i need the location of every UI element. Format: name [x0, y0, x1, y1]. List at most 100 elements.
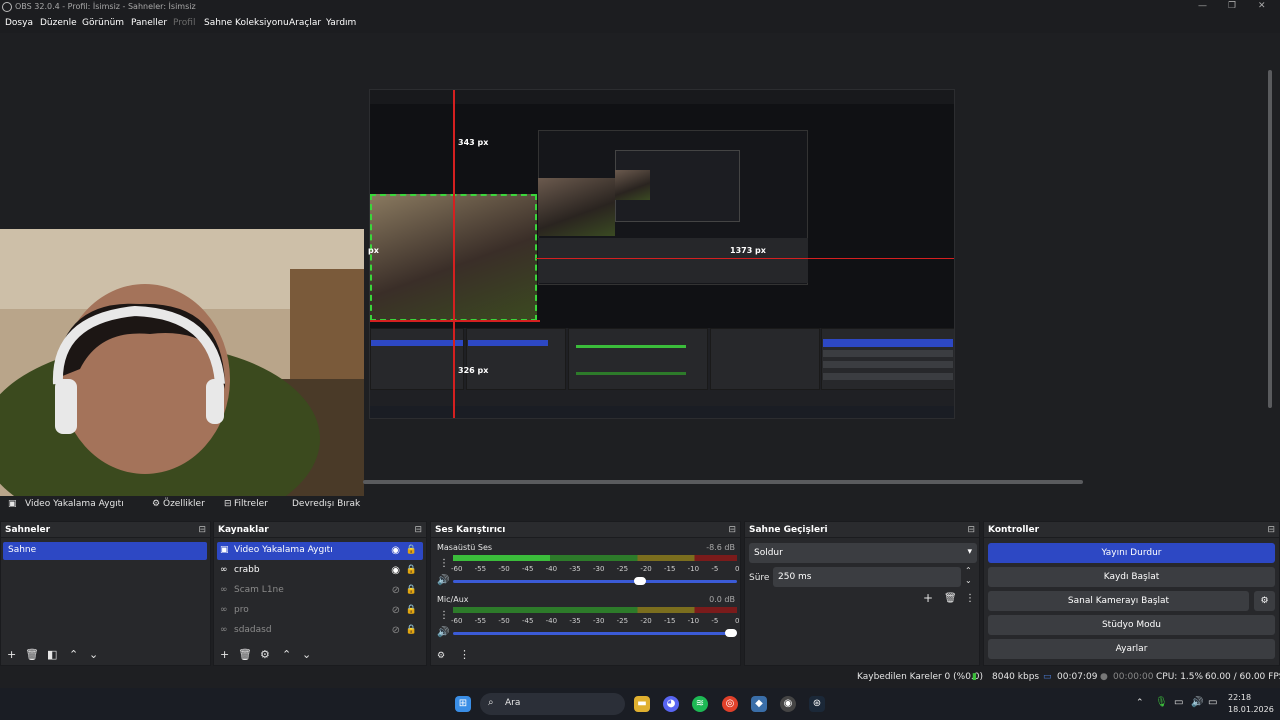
scale-tick-label: -55 — [474, 565, 487, 573]
spotify-icon[interactable]: ≋ — [692, 696, 708, 712]
channel-db: 0.0 dB — [709, 595, 735, 604]
close-icon[interactable]: ✕ — [1258, 1, 1266, 11]
transition-select-value: Soldur — [754, 548, 783, 558]
lock-icon[interactable]: 🔒 — [406, 605, 417, 615]
add-icon[interactable]: + — [923, 591, 933, 605]
arrow-down-icon[interactable]: ⌄ — [302, 648, 311, 661]
taskbar-search[interactable]: ⌕ Ara — [480, 693, 625, 715]
obs-taskbar-icon[interactable]: ◉ — [780, 696, 796, 712]
volume-knob[interactable] — [634, 577, 647, 585]
studio-mode-button[interactable]: Stüdyo Modu — [988, 615, 1275, 635]
stop-streaming-button[interactable]: Yayını Durdur — [988, 543, 1275, 563]
battery-icon[interactable]: ▭ — [1208, 697, 1217, 708]
settings-button[interactable]: Ayarlar — [988, 639, 1275, 659]
dock-menu-icon[interactable]: ⊟ — [728, 525, 736, 535]
menu-scene-collection[interactable]: Sahne Koleksiyonu — [204, 18, 289, 28]
advanced-audio-icon[interactable]: ⚙ — [437, 651, 445, 661]
clock-date[interactable]: 18.01.2026 — [1228, 705, 1274, 714]
dock-menu-icon[interactable]: ⊟ — [1267, 525, 1275, 535]
virtual-camera-settings-button[interactable]: ⚙ — [1254, 591, 1275, 611]
add-icon[interactable]: + — [220, 648, 229, 661]
trash-icon[interactable]: 🗑 — [944, 593, 957, 604]
transition-select[interactable]: Soldur ▾ — [749, 543, 977, 563]
scale-tick-label: -10 — [687, 617, 700, 625]
volume-slider[interactable] — [453, 629, 737, 637]
windows-start-icon[interactable]: ⊞ — [455, 696, 471, 712]
menu-docks[interactable]: Paneller — [131, 18, 167, 28]
taskbar: ⊞ ⌕ Ara ▬ ◕ ≋ ◎ ◆ ◉ ⊛ ⌃ 🎙 ▭ 🔊 ▭ 22:18 18… — [0, 688, 1280, 720]
source-item[interactable]: ▣ Video Yakalama Aygıtı ◉ 🔒 — [217, 542, 423, 560]
menu-tools[interactable]: Araçlar — [289, 18, 321, 28]
filters-button[interactable]: Filtreler — [234, 499, 268, 509]
webcam-source[interactable] — [0, 229, 364, 504]
kebab-icon[interactable]: ⋮ — [459, 648, 470, 661]
scale-tick-label: -20 — [640, 565, 652, 573]
app-icon[interactable]: ◆ — [751, 696, 767, 712]
scale-tick-label: -5 — [711, 565, 719, 573]
scene-item[interactable]: Sahne — [3, 542, 207, 560]
arrow-up-icon[interactable]: ⌃ — [69, 648, 78, 661]
volume-slider[interactable] — [453, 577, 737, 585]
chrome-icon[interactable]: ◎ — [722, 696, 738, 712]
properties-button[interactable]: Özellikler — [163, 499, 205, 509]
eye-hidden-icon[interactable]: ⊘ — [392, 625, 400, 636]
arrow-up-icon[interactable]: ⌃ — [282, 648, 291, 661]
eye-hidden-icon[interactable]: ⊘ — [392, 585, 400, 596]
volume-icon[interactable]: 🔊 — [1191, 697, 1203, 708]
kebab-icon[interactable]: ⋮ — [965, 593, 975, 604]
scale-tick-label: -40 — [545, 565, 558, 573]
source-item[interactable]: ∞ crabb ◉ 🔒 — [217, 562, 423, 580]
microphone-icon[interactable]: 🎙 — [1155, 697, 1168, 708]
scale-tick-label: -60 — [451, 617, 463, 625]
lock-icon[interactable]: 🔒 — [406, 625, 417, 635]
source-item[interactable]: ∞ pro ⊘ 🔒 — [217, 602, 423, 620]
menu-profile[interactable]: Profil — [173, 18, 195, 28]
scale-tick-label: -5 — [711, 617, 719, 625]
dock-menu-icon[interactable]: ⊟ — [414, 525, 422, 535]
menu-file[interactable]: Dosya — [5, 18, 33, 28]
start-recording-button[interactable]: Kaydı Başlat — [988, 567, 1275, 587]
lock-icon[interactable]: 🔒 — [406, 565, 417, 575]
preview-horizontal-scrollbar[interactable] — [363, 480, 1083, 484]
scale-tick-label: -45 — [522, 617, 534, 625]
volume-knob[interactable] — [725, 629, 737, 637]
dock-menu-icon[interactable]: ⊟ — [967, 525, 975, 535]
add-icon[interactable]: + — [7, 648, 16, 661]
source-item[interactable]: ∞ Scam L1ne ⊘ 🔒 — [217, 582, 423, 600]
deactivate-button[interactable]: Devredışı Bırak — [292, 499, 360, 509]
tray-chevron-up-icon[interactable]: ⌃ — [1136, 698, 1144, 708]
maximize-icon[interactable]: ❐ — [1228, 1, 1236, 11]
stream-icon: ▭ — [1043, 672, 1052, 682]
scale-tick-label: -30 — [593, 565, 605, 573]
minimize-icon[interactable]: — — [1198, 1, 1207, 11]
kebab-icon[interactable]: ⋮ — [439, 558, 449, 569]
trash-icon[interactable]: 🗑 — [25, 648, 39, 661]
dock-menu-icon[interactable]: ⊟ — [198, 525, 206, 535]
kebab-icon[interactable]: ⋮ — [439, 610, 449, 621]
menu-edit[interactable]: Düzenle — [40, 18, 77, 28]
speaker-icon[interactable]: 🔊 — [437, 627, 449, 638]
eye-icon[interactable]: ◉ — [391, 565, 400, 576]
steam-icon[interactable]: ⊛ — [809, 696, 825, 712]
gear-icon[interactable]: ⚙ — [260, 648, 270, 661]
lock-icon[interactable]: 🔒 — [406, 585, 417, 595]
duration-field[interactable]: 250 ms — [773, 567, 961, 587]
filter-icon[interactable]: ◧ — [47, 648, 57, 661]
network-icon[interactable]: ▭ — [1174, 697, 1183, 708]
arrow-down-icon[interactable]: ⌄ — [89, 648, 98, 661]
lock-icon[interactable]: 🔒 — [406, 545, 417, 555]
speaker-icon[interactable]: 🔊 — [437, 575, 449, 586]
discord-icon[interactable]: ◕ — [663, 696, 679, 712]
eye-hidden-icon[interactable]: ⊘ — [392, 605, 400, 616]
source-item[interactable]: ∞ sdadasd ⊘ 🔒 — [217, 622, 423, 640]
file-explorer-icon[interactable]: ▬ — [634, 696, 650, 712]
eye-icon[interactable]: ◉ — [391, 545, 400, 556]
menu-view[interactable]: Görünüm — [82, 18, 124, 28]
spin-down-icon[interactable]: ⌄ — [965, 576, 972, 585]
clock-time[interactable]: 22:18 — [1228, 693, 1251, 702]
trash-icon[interactable]: 🗑 — [238, 648, 252, 661]
preview-vertical-scrollbar[interactable] — [1268, 70, 1272, 408]
spin-up-icon[interactable]: ⌃ — [965, 566, 972, 575]
menu-help[interactable]: Yardım — [326, 18, 356, 28]
start-virtual-camera-button[interactable]: Sanal Kamerayı Başlat — [988, 591, 1249, 611]
